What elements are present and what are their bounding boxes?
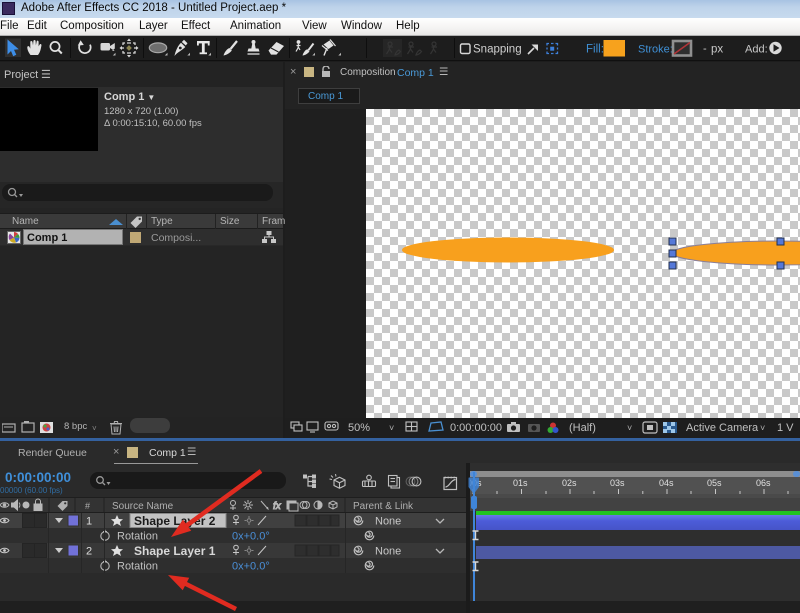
- svg-text:˅: ˅: [760, 423, 765, 433]
- svg-text:Shape Layer 1: Shape Layer 1: [134, 544, 216, 558]
- svg-text:2: 2: [86, 546, 92, 558]
- svg-text:˅: ˅: [389, 423, 394, 433]
- svg-text:Active Camera: Active Camera: [686, 422, 759, 434]
- svg-text:50%: 50%: [348, 422, 370, 434]
- svg-text:01s: 01s: [513, 478, 528, 488]
- svg-text:˅: ˅: [627, 423, 632, 433]
- svg-text:#: #: [85, 501, 90, 511]
- svg-text:fx: fx: [273, 501, 282, 512]
- svg-text:Parent & Link: Parent & Link: [353, 501, 414, 512]
- svg-text:Rotation: Rotation: [117, 561, 158, 573]
- svg-text:0x+0.0°: 0x+0.0°: [232, 561, 270, 573]
- svg-text:None: None: [375, 516, 401, 528]
- svg-text:Stroke:: Stroke:: [638, 44, 673, 56]
- svg-text:(Half): (Half): [569, 422, 596, 434]
- svg-text:-: -: [703, 43, 707, 55]
- svg-text:None: None: [375, 546, 401, 558]
- svg-text:0:00:00:00: 0:00:00:00: [450, 422, 502, 434]
- svg-text:06s: 06s: [756, 478, 771, 488]
- svg-text:Source Name: Source Name: [112, 501, 174, 512]
- svg-text:px: px: [711, 44, 723, 56]
- svg-text:Add:: Add:: [745, 44, 768, 56]
- svg-text:03s: 03s: [610, 478, 625, 488]
- svg-text:02s: 02s: [562, 478, 577, 488]
- svg-text:Fill:: Fill:: [586, 44, 604, 56]
- svg-text:1: 1: [86, 516, 92, 528]
- svg-text:Shape Layer 2: Shape Layer 2: [134, 514, 216, 528]
- svg-text:Rotation: Rotation: [117, 531, 158, 543]
- svg-text:1 V: 1 V: [777, 422, 794, 434]
- svg-text:05s: 05s: [707, 478, 722, 488]
- svg-text:04s: 04s: [659, 478, 674, 488]
- svg-text:Snapping: Snapping: [473, 44, 522, 56]
- svg-text:0x+0.0°: 0x+0.0°: [232, 531, 270, 543]
